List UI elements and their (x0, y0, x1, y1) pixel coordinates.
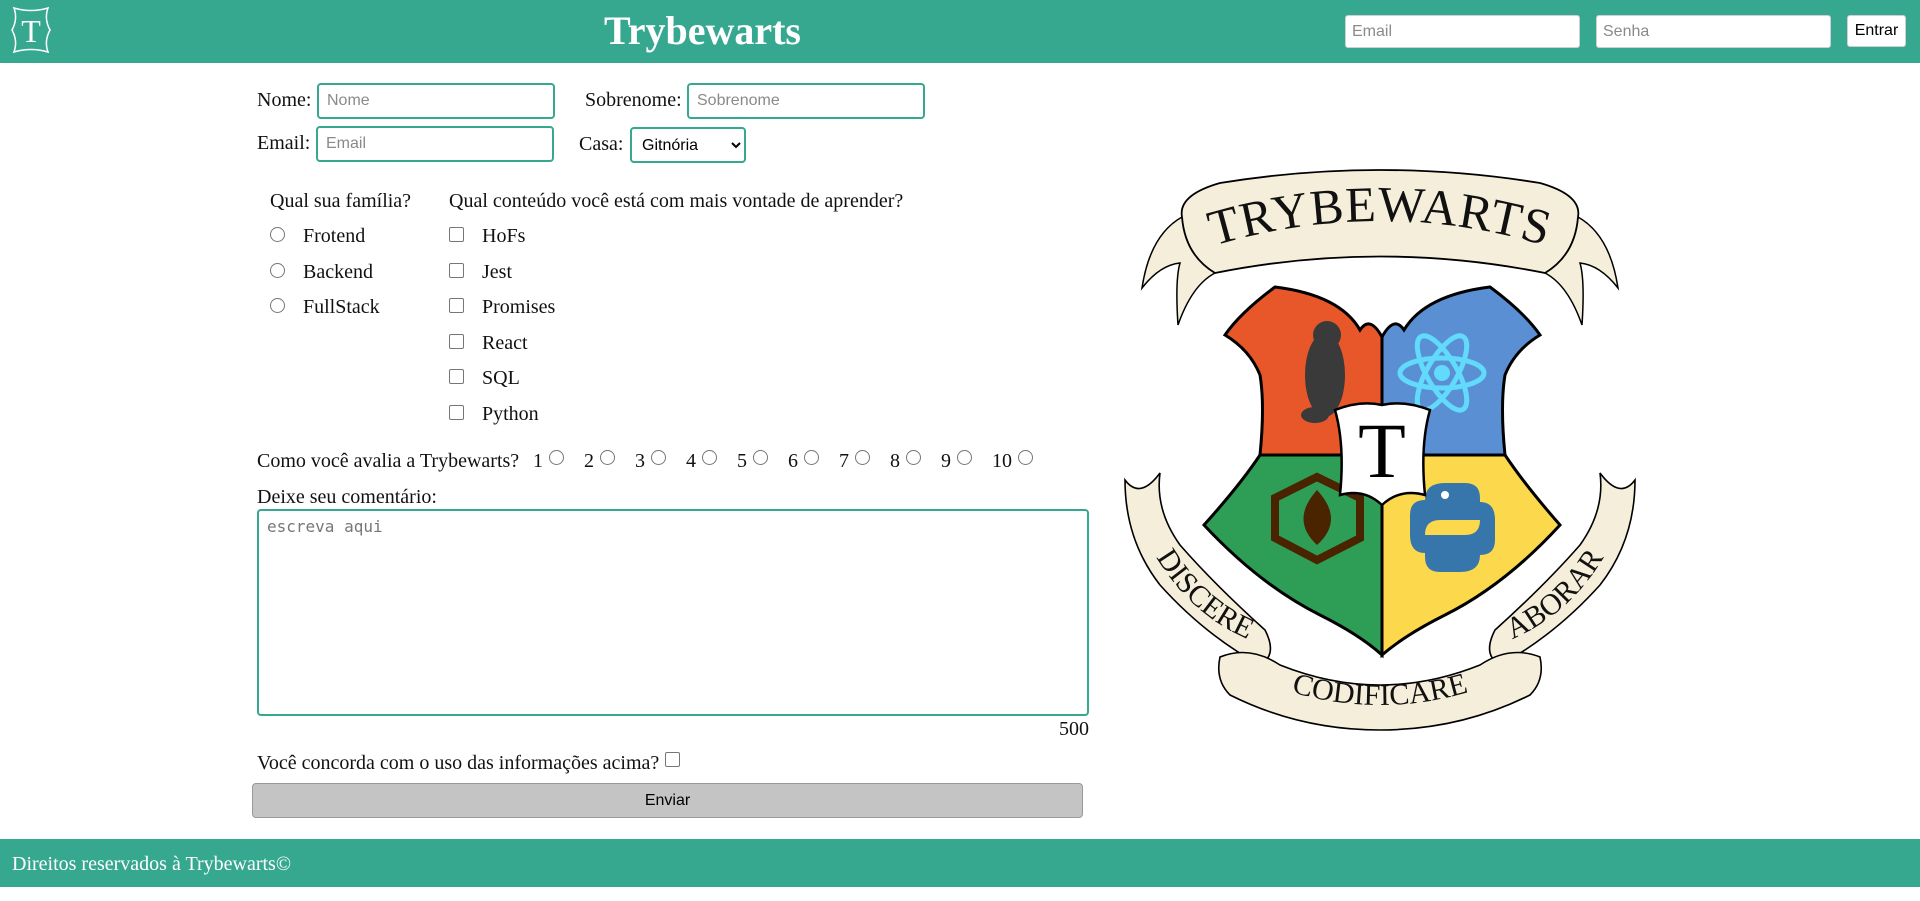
rate-option-4[interactable]: 4 (686, 449, 717, 473)
content-checkbox[interactable] (449, 368, 464, 384)
family-option-label: Backend (303, 261, 373, 283)
trybewarts-crest: TRYBEWARTS DISCERE CODIFICARE LABORARE (1120, 165, 1636, 731)
content-checkbox[interactable] (449, 226, 464, 242)
lastname-label: Sobrenome: (585, 89, 682, 111)
rate-radio[interactable] (804, 449, 819, 465)
login-password-input[interactable] (1596, 15, 1831, 48)
rate-option-label: 1 (533, 450, 543, 472)
rate-option-label: 7 (839, 450, 849, 472)
rate-radio[interactable] (600, 449, 615, 465)
rate-option-label: 10 (992, 450, 1012, 472)
email-input[interactable] (316, 126, 554, 162)
content-checkbox[interactable] (449, 404, 464, 420)
rate-option-6[interactable]: 6 (788, 449, 819, 473)
content-option-python[interactable]: Python (449, 402, 539, 426)
character-counter: 500 (1059, 718, 1089, 740)
content-question: Qual conteúdo você está com mais vontade… (449, 190, 904, 212)
name-label: Nome: (257, 89, 312, 111)
rate-option-label: 4 (686, 450, 696, 472)
rate-option-3[interactable]: 3 (635, 449, 666, 473)
site-title: Trybewarts (604, 8, 801, 53)
rate-option-7[interactable]: 7 (839, 449, 870, 473)
house-label: Casa: (579, 133, 624, 155)
rate-option-5[interactable]: 5 (737, 449, 768, 473)
login-button[interactable]: Entrar (1847, 15, 1906, 47)
content-option-label: Python (482, 403, 539, 425)
rate-radio[interactable] (753, 449, 768, 465)
family-option-frontend[interactable]: Frotend (270, 224, 365, 248)
family-radio[interactable] (270, 297, 285, 313)
rate-option-label: 3 (635, 450, 645, 472)
house-select[interactable]: Gitnória (630, 127, 746, 163)
center-letter: T (1358, 407, 1406, 494)
rate-option-label: 8 (890, 450, 900, 472)
lastname-input[interactable] (687, 83, 925, 119)
rate-option-label: 2 (584, 450, 594, 472)
header: T Trybewarts Entrar (0, 0, 1920, 63)
rate-radio[interactable] (702, 449, 717, 465)
rate-option-8[interactable]: 8 (890, 449, 921, 473)
content-option-label: React (482, 332, 528, 354)
family-radio[interactable] (270, 262, 285, 278)
rate-radio[interactable] (855, 449, 870, 465)
rate-radio[interactable] (957, 449, 972, 465)
rate-radio[interactable] (906, 449, 921, 465)
content-option-sql[interactable]: SQL (449, 366, 520, 390)
footer: Direitos reservados à Trybewarts© (0, 839, 1920, 887)
content-checkbox[interactable] (449, 262, 464, 278)
family-option-backend[interactable]: Backend (270, 260, 373, 284)
agreement-checkbox[interactable] (665, 751, 681, 767)
content-checkbox[interactable] (449, 333, 464, 349)
content-option-label: SQL (482, 367, 520, 389)
family-option-fullstack[interactable]: FullStack (270, 295, 380, 319)
motto-bottom-text: CODIFICARE (1289, 667, 1470, 712)
rate-label: Como você avalia a Trybewarts? (257, 450, 520, 472)
family-option-label: FullStack (303, 296, 380, 318)
rate-option-2[interactable]: 2 (584, 449, 615, 473)
submit-button[interactable]: Enviar (252, 783, 1083, 818)
email-label: Email: (257, 132, 311, 154)
content-option-react[interactable]: React (449, 331, 528, 355)
content-option-label: Promises (482, 296, 556, 318)
footer-copyright: Direitos reservados à Trybewarts© (12, 853, 292, 875)
comment-label: Deixe seu comentário: (257, 486, 437, 508)
rate-option-label: 6 (788, 450, 798, 472)
rate-option-9[interactable]: 9 (941, 449, 972, 473)
content-option-jest[interactable]: Jest (449, 260, 512, 284)
agreement[interactable]: Você concorda com o uso das informações … (257, 751, 681, 775)
family-question: Qual sua família? (270, 190, 412, 212)
name-input[interactable] (317, 83, 555, 119)
rate-radio[interactable] (549, 449, 564, 465)
family-option-label: Frotend (303, 225, 366, 247)
login-email-input[interactable] (1345, 15, 1580, 48)
family-radio[interactable] (270, 226, 285, 242)
rate-option-1[interactable]: 1 (533, 449, 564, 473)
rate-option-label: 9 (941, 450, 951, 472)
rate-radio[interactable] (1018, 449, 1033, 465)
rate-option-label: 5 (737, 450, 747, 472)
comment-textarea[interactable] (257, 509, 1089, 716)
agreement-label: Você concorda com o uso das informações … (257, 752, 660, 774)
rate-option-10[interactable]: 10 (992, 449, 1033, 473)
content-option-label: Jest (482, 261, 512, 283)
rate-radio[interactable] (651, 449, 666, 465)
content-option-label: HoFs (482, 225, 526, 247)
content-option-promises[interactable]: Promises (449, 295, 555, 319)
content-checkbox[interactable] (449, 297, 464, 313)
content-option-hofs[interactable]: HoFs (449, 224, 525, 248)
